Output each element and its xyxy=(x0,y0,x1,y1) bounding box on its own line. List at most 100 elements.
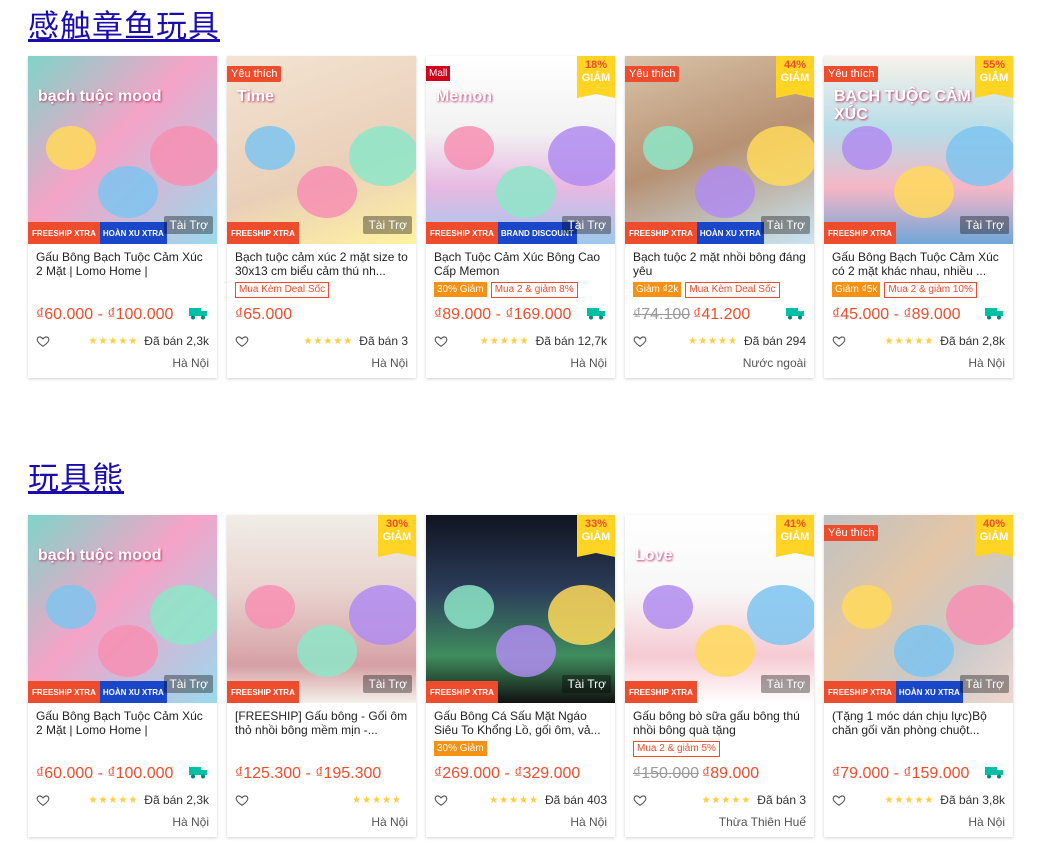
promo-tag: Mua Kèm Deal Sốc xyxy=(235,282,330,298)
product-thumbnail[interactable]: 33% GIẢM FREESHIP XTRA Tài Trợ xyxy=(426,515,615,703)
thumbnail-caption: Memon xyxy=(436,88,492,105)
product-thumbnail[interactable]: Yêu thích 40% GIẢM FREESHIP XTRA HOÀN XU XTR… xyxy=(824,515,1013,703)
price-row: ₫60.000 - ₫100.000 xyxy=(36,765,209,783)
product-info: Gấu Bông Bạch Tuộc Cảm Xúc 2 Mặt | Lomo … xyxy=(28,703,217,837)
freeship-badge: FREESHIP XTRA xyxy=(824,681,896,703)
plush-shape xyxy=(98,625,158,677)
product-info: Gấu Bông Cá Sấu Mặt Ngáo Siêu To Khổng L… xyxy=(426,703,615,837)
rating-stars: ★★★★★ xyxy=(352,794,402,806)
product-thumbnail[interactable]: bạch tuộc mood FREESHIP XTRA HOÀN XU XTRA T… xyxy=(28,515,217,703)
sponsored-label: Tài Trợ xyxy=(761,216,810,234)
plush-shape xyxy=(150,126,217,186)
truck-icon xyxy=(189,767,207,779)
product-thumbnail[interactable]: Time Yêu thích FREESHIP XTRA Tài Trợ xyxy=(227,56,416,244)
heart-icon[interactable] xyxy=(832,793,846,807)
price-row: ₫150.000 ₫89.000 xyxy=(633,765,806,783)
freeship-badge: FREESHIP XTRA xyxy=(28,222,100,244)
product-card[interactable]: 30% GIẢM FREESHIP XTRA Tài Trợ [FREESHIP] Gấ… xyxy=(227,515,416,837)
shipping-badges: FREESHIP XTRA HOÀN XU XTRA xyxy=(824,681,963,703)
product-name[interactable]: Gấu Bông Cá Sấu Mặt Ngáo Siêu To Khổng L… xyxy=(434,709,607,737)
discount-badge: 18% GIẢM xyxy=(577,56,615,98)
price-row: ₫89.000 - ₫169.000 xyxy=(434,306,607,324)
discount-badge: 33% GIẢM xyxy=(577,515,615,557)
product-card[interactable]: BẠCH TUỘC CẢM XÚC Yêu thích 55% GIẢM FREESHI… xyxy=(824,56,1013,378)
product-card[interactable]: Love 41% GIẢM FREESHIP XTRA Tài Trợ Gấu bông … xyxy=(625,515,814,837)
shop-location: Hà Nội xyxy=(570,815,607,829)
heart-icon[interactable] xyxy=(36,793,50,807)
promo-tags: 30% Giảm xyxy=(434,741,607,759)
product-name[interactable]: Gấu Bông Bạch Tuộc Cảm Xúc có 2 mặt khác… xyxy=(832,250,1005,278)
plush-shape xyxy=(496,625,556,677)
product-name[interactable]: Bạch tuộc cảm xúc 2 mặt size to 30x13 cm… xyxy=(235,250,408,278)
sponsored-label: Tài Trợ xyxy=(164,216,213,234)
discount-percent: 44% xyxy=(783,59,807,71)
product-card[interactable]: bạch tuộc mood FREESHIP XTRA HOÀN XU XTRA T… xyxy=(28,56,217,378)
promo-tags xyxy=(832,741,1005,759)
section-title-octopus[interactable]: 感触章鱼玩具 xyxy=(28,10,220,44)
price-row: ₫79.000 - ₫159.000 xyxy=(832,765,1005,783)
product-name[interactable]: [FREESHIP] Gấu bông - Gối ôm thỏ nhồi bô… xyxy=(235,709,408,737)
discount-percent: 33% xyxy=(584,518,608,530)
freeship-badge: FREESHIP XTRA xyxy=(625,222,697,244)
truck-icon xyxy=(786,308,804,320)
sold-count: Đã bán 3,8k xyxy=(940,793,1005,807)
plush-shape xyxy=(946,126,1013,186)
shipping-badges: FREESHIP XTRA xyxy=(824,222,896,244)
promo-tags xyxy=(36,282,209,300)
product-name[interactable]: Gấu Bông Bạch Tuộc Cảm Xúc 2 Mặt | Lomo … xyxy=(36,709,209,737)
promo-tags: Giảm ₫5k Mua 2 & giảm 10% xyxy=(832,282,1005,300)
discount-label: GIẢM xyxy=(780,72,810,84)
heart-icon[interactable] xyxy=(235,334,249,348)
plush-shape xyxy=(842,126,892,170)
rating-stars: ★★★★★ xyxy=(489,794,539,806)
product-thumbnail[interactable]: 30% GIẢM FREESHIP XTRA Tài Trợ xyxy=(227,515,416,703)
discount-badge: 55% GIẢM xyxy=(975,56,1013,98)
heart-icon[interactable] xyxy=(434,334,448,348)
plush-shape xyxy=(946,585,1013,645)
product-info: [FREESHIP] Gấu bông - Gối ôm thỏ nhồi bô… xyxy=(227,703,416,837)
product-card[interactable]: Yêu thích 40% GIẢM FREESHIP XTRA HOÀN XU XTR… xyxy=(824,515,1013,837)
favorite-badge: Yêu thích xyxy=(227,66,282,82)
plush-shape xyxy=(150,585,217,645)
product-name[interactable]: Bạch Tuộc Cảm Xúc Bông Cao Cấp Memon xyxy=(434,250,607,278)
sponsored-label: Tài Trợ xyxy=(164,675,213,693)
product-thumbnail[interactable]: Memon Mall 18% GIẢM FREESHIP XTRA BRAND DISCO… xyxy=(426,56,615,244)
product-thumbnail[interactable]: BẠCH TUỘC CẢM XÚC Yêu thích 55% GIẢM FREESHI… xyxy=(824,56,1013,244)
product-name[interactable]: Gấu bông bò sữa gấu bông thú nhồi bông q… xyxy=(633,709,806,737)
plush-shape xyxy=(444,585,494,629)
promo-tags xyxy=(235,741,408,759)
product-name[interactable]: Bạch tuộc 2 mặt nhồi bông đáng yêu xyxy=(633,250,806,278)
section-title-bear[interactable]: 玩具熊 xyxy=(28,462,124,496)
thumbnail-caption: bạch tuộc mood xyxy=(38,547,162,564)
freeship-badge: FREESHIP XTRA xyxy=(28,681,100,703)
plush-shape xyxy=(894,625,954,677)
product-thumbnail[interactable]: bạch tuộc mood FREESHIP XTRA HOÀN XU XTRA T… xyxy=(28,56,217,244)
heart-icon[interactable] xyxy=(633,334,647,348)
product-card[interactable]: 33% GIẢM FREESHIP XTRA Tài Trợ Gấu Bông Cá S… xyxy=(426,515,615,837)
product-card[interactable]: Memon Mall 18% GIẢM FREESHIP XTRA BRAND DISCO… xyxy=(426,56,615,378)
heart-icon[interactable] xyxy=(434,793,448,807)
product-name[interactable]: (Tặng 1 móc dán chịu lực)Bộ chăn gối văn… xyxy=(832,709,1005,737)
product-card[interactable]: Yêu thích 44% GIẢM FREESHIP XTRA HOÀN XU XTR… xyxy=(625,56,814,378)
product-thumbnail[interactable]: Yêu thích 44% GIẢM FREESHIP XTRA HOÀN XU XTR… xyxy=(625,56,814,244)
product-name[interactable]: Gấu Bông Bạch Tuộc Cảm Xúc 2 Mặt | Lomo … xyxy=(36,250,209,278)
favorite-badge: Yêu thích xyxy=(824,525,879,541)
heart-icon[interactable] xyxy=(36,334,50,348)
thumbnail-caption: Time xyxy=(237,88,275,105)
product-price: ₫45.000 - ₫89.000 xyxy=(832,306,961,323)
heart-icon[interactable] xyxy=(832,334,846,348)
shop-location: Nước ngoài xyxy=(742,356,806,370)
shop-location: Hà Nội xyxy=(371,815,408,829)
promo-tag: Mua 2 & giảm 10% xyxy=(884,282,977,298)
product-card[interactable]: bạch tuộc mood FREESHIP XTRA HOÀN XU XTRA T… xyxy=(28,515,217,837)
product-price: ₫60.000 - ₫100.000 xyxy=(36,306,174,323)
price-row: ₫45.000 - ₫89.000 xyxy=(832,306,1005,324)
shipping-badges: FREESHIP XTRA xyxy=(227,222,299,244)
plush-shape xyxy=(643,126,693,170)
heart-icon[interactable] xyxy=(633,793,647,807)
sponsored-label: Tài Trợ xyxy=(363,675,412,693)
product-card[interactable]: Time Yêu thích FREESHIP XTRA Tài Trợ Bạch tu… xyxy=(227,56,416,378)
product-thumbnail[interactable]: Love 41% GIẢM FREESHIP XTRA Tài Trợ xyxy=(625,515,814,703)
product-info: Gấu Bông Bạch Tuộc Cảm Xúc có 2 mặt khác… xyxy=(824,244,1013,378)
heart-icon[interactable] xyxy=(235,793,249,807)
